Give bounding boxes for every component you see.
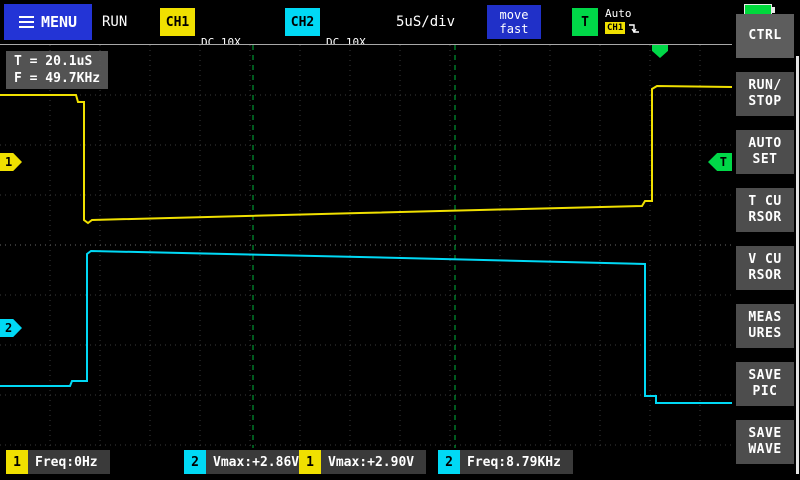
measurement-channel-badge: 2	[438, 450, 460, 474]
ch2-badge[interactable]: CH2	[285, 8, 320, 36]
trigger-settings[interactable]: Auto CH1	[605, 7, 640, 34]
waveform-canvas[interactable]	[0, 45, 732, 449]
trigger-badge[interactable]: T	[572, 8, 598, 36]
sidebar-button-run-stop[interactable]: RUN/STOP	[736, 72, 794, 116]
measurement-0: 1 Freq:0Hz	[6, 450, 110, 474]
measurement-2: 1 Vmax:+2.90V	[299, 450, 426, 474]
move-mode-line1: move	[500, 8, 529, 22]
sidebar-button-measures[interactable]: MEASURES	[736, 304, 794, 348]
oscilloscope-screen: MENU RUN CH1 DC 10X 2V/div CH2 DC 10X 2V…	[0, 0, 800, 480]
measurement-3: 2 Freq:8.79KHz	[438, 450, 573, 474]
timebase[interactable]: 5uS/div	[396, 0, 455, 44]
move-mode-button[interactable]: move fast	[487, 5, 541, 39]
measurement-value: Freq:8.79KHz	[467, 455, 561, 470]
run-status: RUN	[102, 0, 127, 44]
top-bar: MENU RUN CH1 DC 10X 2V/div CH2 DC 10X 2V…	[0, 0, 800, 44]
sidebar-button-ctrl[interactable]: CTRL	[736, 14, 794, 58]
measurement-channel-badge: 1	[6, 450, 28, 474]
hamburger-icon	[19, 16, 34, 28]
trace-ch2[interactable]	[0, 251, 732, 403]
measurement-value: Freq:0Hz	[35, 455, 98, 470]
right-edge-divider	[796, 56, 799, 474]
menu-button[interactable]: MENU	[4, 4, 92, 40]
sidebar-button-save-wave[interactable]: SAVEWAVE	[736, 420, 794, 464]
trace-ch1[interactable]	[0, 86, 732, 223]
sidebar-button-t-cursor[interactable]: T CURSOR	[736, 188, 794, 232]
sidebar-button-save-pic[interactable]: SAVEPIC	[736, 362, 794, 406]
measurement-1: 2 Vmax:+2.86V	[184, 450, 311, 474]
move-mode-line2: fast	[500, 22, 529, 36]
falling-edge-icon	[628, 23, 640, 34]
ch1-badge[interactable]: CH1	[160, 8, 195, 36]
info-period: T = 20.1uS	[14, 53, 100, 70]
info-frequency: F = 49.7KHz	[14, 70, 100, 87]
menu-label: MENU	[41, 13, 77, 31]
measurement-value: Vmax:+2.90V	[328, 455, 414, 470]
sidebar: CTRL RUN/STOP AUTOSET T CURSOR V CURSOR MEASU…	[736, 14, 794, 464]
trigger-source-badge: CH1	[605, 22, 625, 34]
sidebar-button-auto-set[interactable]: AUTOSET	[736, 130, 794, 174]
waveform-display[interactable]: T = 20.1uS F = 49.7KHz 1 2 T	[0, 44, 732, 448]
measurement-value: Vmax:+2.86V	[213, 455, 299, 470]
measurement-info-box: T = 20.1uS F = 49.7KHz	[6, 51, 108, 89]
measurement-channel-badge: 2	[184, 450, 206, 474]
measurement-bar: 1Freq:0Hz2Vmax:+2.86V1Vmax:+2.90V2Freq:8…	[0, 448, 734, 480]
measurement-channel-badge: 1	[299, 450, 321, 474]
trigger-mode: Auto	[605, 7, 640, 20]
sidebar-button-v-cursor[interactable]: V CURSOR	[736, 246, 794, 290]
